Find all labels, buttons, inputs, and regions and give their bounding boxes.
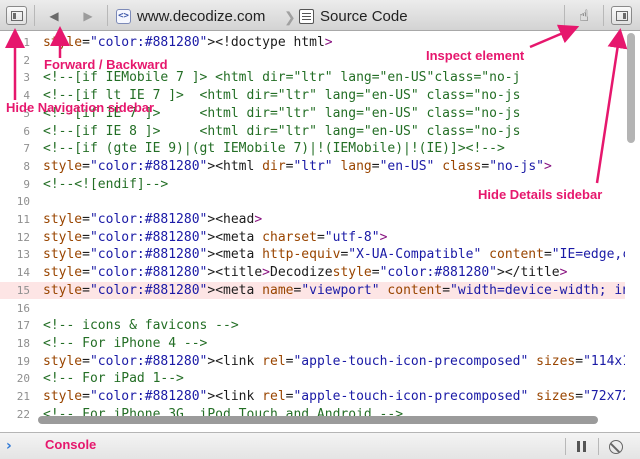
code-line[interactable]: 13 style="color:#881280"><meta http-equiv…: [0, 246, 625, 263]
annotation-console: Console: [45, 437, 97, 452]
line-number: 14: [16, 266, 30, 280]
code-line[interactable]: 12 style="color:#881280"><meta charset="u…: [0, 229, 625, 246]
line-number: 16: [16, 301, 30, 315]
toolbar-separator: [34, 5, 35, 26]
code-text: style="color:#881280"><meta name="viewpo…: [43, 282, 625, 298]
line-number: 9: [23, 177, 30, 191]
code-line[interactable]: 21 style="color:#881280"><link rel="apple…: [0, 388, 625, 405]
code-line[interactable]: 19 style="color:#881280"><link rel="apple…: [0, 353, 625, 370]
code-text: style="color:#881280"><meta charset="utf…: [43, 229, 388, 245]
line-number: 7: [23, 142, 30, 156]
pause-icon: [577, 441, 580, 452]
code-text: style="color:#881280"><link rel="apple-t…: [43, 389, 625, 404]
code-text: <!--[if (gte IE 9)|(gt IEMobile 7)|!(IEM…: [43, 141, 505, 157]
line-number: 8: [23, 159, 30, 173]
code-text: <!-- For iPad 1-->: [43, 371, 184, 387]
clear-console-icon: [610, 441, 622, 453]
clear-console-button[interactable]: [609, 440, 623, 454]
hide-navigation-sidebar-button[interactable]: [6, 6, 27, 25]
code-line[interactable]: 16: [0, 300, 625, 317]
line-number: 2: [23, 53, 30, 67]
code-text: style="color:#881280"><link rel="apple-t…: [43, 353, 625, 369]
code-line[interactable]: 20 <!-- For iPad 1-->: [0, 370, 625, 387]
code-line[interactable]: 18 <!-- For iPhone 4 -->: [0, 335, 625, 352]
toolbar-separator: [603, 5, 604, 26]
html-file-icon: <>: [116, 8, 131, 24]
sidebar-right-icon: [615, 10, 628, 21]
code-line[interactable]: 6 <!--[if IE 8 ]> <html dir="ltr" lang="e…: [0, 123, 625, 140]
annotation-hide-navigation-sidebar: Hide Navigation sidebar: [6, 100, 155, 115]
hide-details-sidebar-button[interactable]: [611, 6, 632, 25]
code-line[interactable]: 14 style="color:#881280"><title>Decodizes…: [0, 264, 625, 281]
line-number: 10: [16, 195, 30, 209]
breadcrumb-resource[interactable]: Source Code: [299, 7, 408, 25]
breadcrumb-domain[interactable]: <> www.decodize.com: [116, 7, 265, 25]
code-line[interactable]: 1 style="color:#881280"><!doctype html>: [0, 34, 625, 51]
line-number: 6: [23, 124, 30, 138]
line-number: 3: [23, 71, 30, 85]
line-number: 15: [16, 283, 30, 297]
line-number: 18: [16, 336, 30, 350]
back-button[interactable]: ◀: [44, 6, 64, 25]
source-code-view[interactable]: 1 style="color:#881280"><!doctype html> 2 3…: [0, 31, 625, 420]
line-number: 21: [16, 390, 30, 403]
line-number: 12: [16, 230, 30, 244]
code-line[interactable]: 8 style="color:#881280"><html dir="ltr" l…: [0, 158, 625, 175]
code-text: style="color:#881280"><title>Decodizesty…: [43, 265, 568, 281]
line-number: 1: [23, 36, 30, 49]
line-number: 13: [16, 248, 30, 262]
arrow-left-icon: ◀: [49, 8, 59, 23]
line-number: 19: [16, 354, 30, 368]
code-line[interactable]: 11 style="color:#881280"><head>: [0, 211, 625, 228]
forward-button[interactable]: ▶: [78, 6, 98, 25]
breadcrumb-chevron-icon: ❯: [284, 9, 296, 25]
annotation-forward-backward: Forward / Backward: [44, 57, 168, 72]
line-number: 20: [16, 372, 30, 386]
code-text: style="color:#881280"><!doctype html>: [43, 35, 333, 50]
vertical-scrollbar[interactable]: [627, 33, 635, 143]
code-text: <!-- For iPhone 4 -->: [43, 335, 208, 351]
console-prompt-icon: ›: [6, 438, 12, 454]
console-separator: [598, 438, 599, 455]
pause-button[interactable]: [576, 441, 588, 452]
code-text: style="color:#881280"><html dir="ltr" la…: [43, 158, 552, 174]
horizontal-scrollbar[interactable]: [38, 416, 598, 424]
code-text: <!--[if IE 8 ]> <html dir="ltr" lang="en…: [43, 123, 521, 139]
breadcrumb-resource-label: Source Code: [320, 7, 408, 25]
hand-pointer-icon: ☝: [579, 6, 589, 25]
line-number: 11: [16, 213, 30, 226]
breadcrumb-domain-label: www.decodize.com: [137, 7, 266, 25]
code-text: style="color:#881280"><meta http-equiv="…: [43, 247, 625, 263]
toolbar-separator: [564, 5, 565, 26]
line-number: 17: [16, 319, 30, 333]
code-line[interactable]: 17 <!-- icons & favicons -->: [0, 317, 625, 334]
code-line[interactable]: 15 style="color:#881280"><meta name="view…: [0, 281, 625, 299]
annotation-inspect-element: Inspect element: [426, 48, 525, 63]
pause-icon-bar: [583, 441, 586, 452]
line-number: 22: [16, 407, 30, 420]
code-line[interactable]: 7 <!--[if (gte IE 9)|(gt IEMobile 7)|!(IE…: [0, 140, 625, 157]
console-separator: [565, 438, 566, 455]
inspect-element-button[interactable]: ☝: [573, 6, 595, 25]
toolbar-separator: [107, 5, 108, 26]
arrow-right-icon: ▶: [83, 8, 93, 23]
annotation-hide-details-sidebar: Hide Details sidebar: [478, 187, 603, 202]
toolbar: ◀ ▶ <> www.decodize.com ❯ Source Code ☝: [0, 0, 640, 31]
document-icon: [299, 8, 314, 24]
code-text: <!--<![endif]-->: [43, 176, 169, 192]
code-text: style="color:#881280"><head>: [43, 212, 263, 227]
code-text: <!-- icons & favicons -->: [43, 318, 239, 334]
sidebar-left-icon: [10, 10, 23, 21]
